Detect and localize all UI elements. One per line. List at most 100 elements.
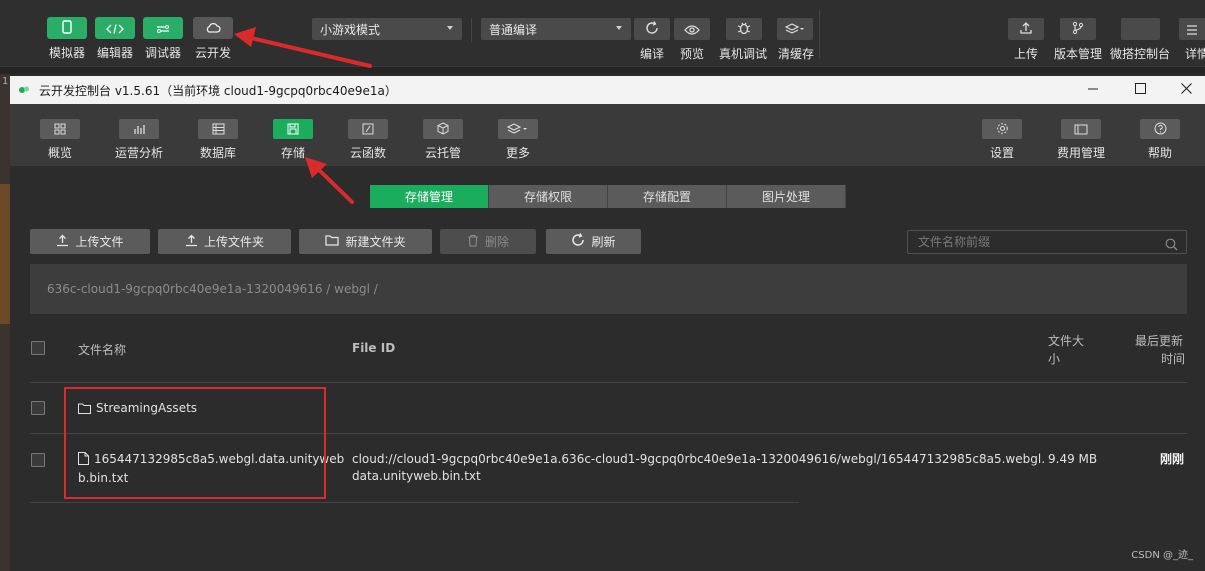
search-box: [907, 230, 1187, 254]
preview-label: 预览: [680, 47, 705, 61]
console-toolbar: 概览 运营分析 数据库 存储 云函数 云托管 更多 设置 费用管理 帮助: [10, 104, 1205, 166]
settings-label: 设置: [989, 146, 1014, 160]
highlight-box: [64, 387, 326, 499]
analytics-label: 运营分析: [114, 146, 163, 160]
details-label: 详情: [1185, 47, 1205, 61]
maximize-icon: [1134, 83, 1146, 97]
debugger-button[interactable]: 调试器: [135, 17, 191, 61]
storage-content: 存储管理 存储权限 存储配置 图片处理 上传文件 上传文件夹 新建文件夹 删除 …: [10, 166, 1205, 571]
header-updated-line2: 时间: [1161, 352, 1186, 366]
upload-icon: [185, 234, 198, 250]
compile-select[interactable]: 普通编译: [481, 18, 631, 40]
trash-icon: [467, 234, 479, 250]
chevron-down-icon: [447, 26, 453, 30]
tab-storage-config[interactable]: 存储配置: [608, 185, 727, 208]
eye-icon: [684, 20, 700, 39]
compile-label: 编译: [640, 47, 665, 61]
debugger-label: 调试器: [144, 46, 181, 60]
minimize-button[interactable]: [1070, 76, 1116, 104]
billing-button[interactable]: 费用管理: [1051, 119, 1111, 161]
table-header: 文件名称 File ID 文件大 小 最后更新 时间: [10, 324, 1205, 382]
settings-button[interactable]: 设置: [972, 119, 1032, 161]
header-file-id: File ID: [352, 341, 396, 355]
header-file-name: 文件名称: [78, 343, 127, 357]
more-layers-icon: [506, 120, 529, 139]
simulator-label: 模拟器: [48, 46, 85, 60]
function-icon: [362, 120, 374, 139]
refresh-button[interactable]: 刷新: [546, 229, 641, 254]
upload-folder-label: 上传文件夹: [203, 235, 264, 249]
phone-icon: [61, 19, 73, 38]
grid-icon: [54, 120, 66, 139]
mode-select[interactable]: 小游戏模式: [312, 18, 462, 40]
minimize-icon: [1088, 83, 1098, 97]
search-input[interactable]: [908, 231, 1186, 253]
ide-toolbar: 模拟器 编辑器 调试器 云开发 小游戏模式 普通编译 编译 预览 真机调试 清缓…: [0, 0, 1205, 66]
settings-icon: [996, 120, 1009, 139]
tab-storage-permissions[interactable]: 存储权限: [489, 185, 608, 208]
tab-storage-management[interactable]: 存储管理: [370, 185, 489, 208]
mode-select-value: 小游戏模式: [320, 23, 381, 37]
new-folder-button[interactable]: 新建文件夹: [299, 229, 432, 254]
database-icon: [212, 120, 225, 139]
preview-button[interactable]: [674, 18, 710, 40]
delete-button[interactable]: 删除: [440, 229, 536, 254]
refresh-icon: [645, 20, 659, 39]
tab-image-processing[interactable]: 图片处理: [727, 185, 846, 208]
cloud-function-button[interactable]: 云函数: [338, 119, 398, 161]
refresh-icon: [571, 233, 585, 250]
cube-icon: [437, 120, 449, 139]
details-button[interactable]: [1179, 18, 1205, 40]
divider: [471, 18, 472, 42]
breadcrumb-path[interactable]: 636c-cloud1-9gcpq0rbc40e9e1a-1320049616 …: [47, 282, 378, 296]
upload-icon: [1019, 20, 1033, 39]
cloud-dev-button[interactable]: 云开发: [185, 17, 241, 61]
clear-cache-button[interactable]: [777, 18, 813, 40]
header-updated-line1: 最后更新: [1135, 334, 1184, 348]
upload-file-button[interactable]: 上传文件: [30, 229, 150, 254]
code-icon: [106, 19, 124, 38]
analytics-button[interactable]: 运营分析: [109, 119, 169, 161]
editor-label: 编辑器: [96, 46, 133, 60]
help-button[interactable]: 帮助: [1130, 119, 1190, 161]
bug-icon: [737, 20, 751, 39]
more-button[interactable]: 更多: [488, 119, 548, 161]
database-button[interactable]: 数据库: [188, 119, 248, 161]
device-debug-button[interactable]: [726, 18, 762, 40]
cloud-console-logo-icon: [17, 83, 31, 97]
help-label: 帮助: [1147, 146, 1172, 160]
layers-icon: [784, 20, 805, 39]
window-title: 云开发控制台 v1.5.61（当前环境 cloud1-9gcpq0rbc40e9…: [39, 83, 397, 98]
upload-button[interactable]: [1008, 18, 1044, 40]
compile-select-value: 普通编译: [489, 23, 538, 37]
delete-label: 删除: [484, 235, 509, 249]
storage-label: 存储: [280, 146, 305, 160]
upload-label: 上传: [1014, 47, 1039, 61]
refresh-label: 刷新: [591, 235, 616, 249]
upload-folder-button[interactable]: 上传文件夹: [158, 229, 291, 254]
version-mgmt-button[interactable]: [1060, 18, 1096, 40]
close-icon: [1180, 83, 1192, 97]
close-button[interactable]: [1163, 76, 1205, 104]
cloud-hosting-button[interactable]: 云托管: [413, 119, 473, 161]
last-updated: 刚刚: [1160, 452, 1185, 466]
help-icon: [1154, 120, 1167, 139]
file-id-line2: data.unityweb.bin.txt: [352, 469, 481, 483]
billing-icon: [1074, 120, 1088, 139]
maximize-button[interactable]: [1117, 76, 1163, 104]
breadcrumb: 636c-cloud1-9gcpq0rbc40e9e1a-1320049616 …: [30, 264, 1187, 314]
overview-label: 概览: [47, 146, 72, 160]
overview-button[interactable]: 概览: [30, 119, 90, 161]
storage-button[interactable]: 存储: [263, 119, 323, 161]
header-size-line1: 文件大: [1048, 334, 1085, 348]
more-label: 更多: [505, 146, 530, 160]
header-size-line2: 小: [1048, 352, 1061, 366]
cloud-hosting-label: 云托管: [424, 146, 461, 160]
select-all-checkbox[interactable]: [31, 341, 45, 355]
weda-console-button[interactable]: [1121, 18, 1160, 40]
row-checkbox[interactable]: [31, 401, 45, 415]
new-folder-label: 新建文件夹: [345, 235, 406, 249]
row-checkbox[interactable]: [31, 453, 45, 467]
search-icon[interactable]: [1165, 236, 1178, 255]
compile-button[interactable]: [634, 18, 670, 40]
